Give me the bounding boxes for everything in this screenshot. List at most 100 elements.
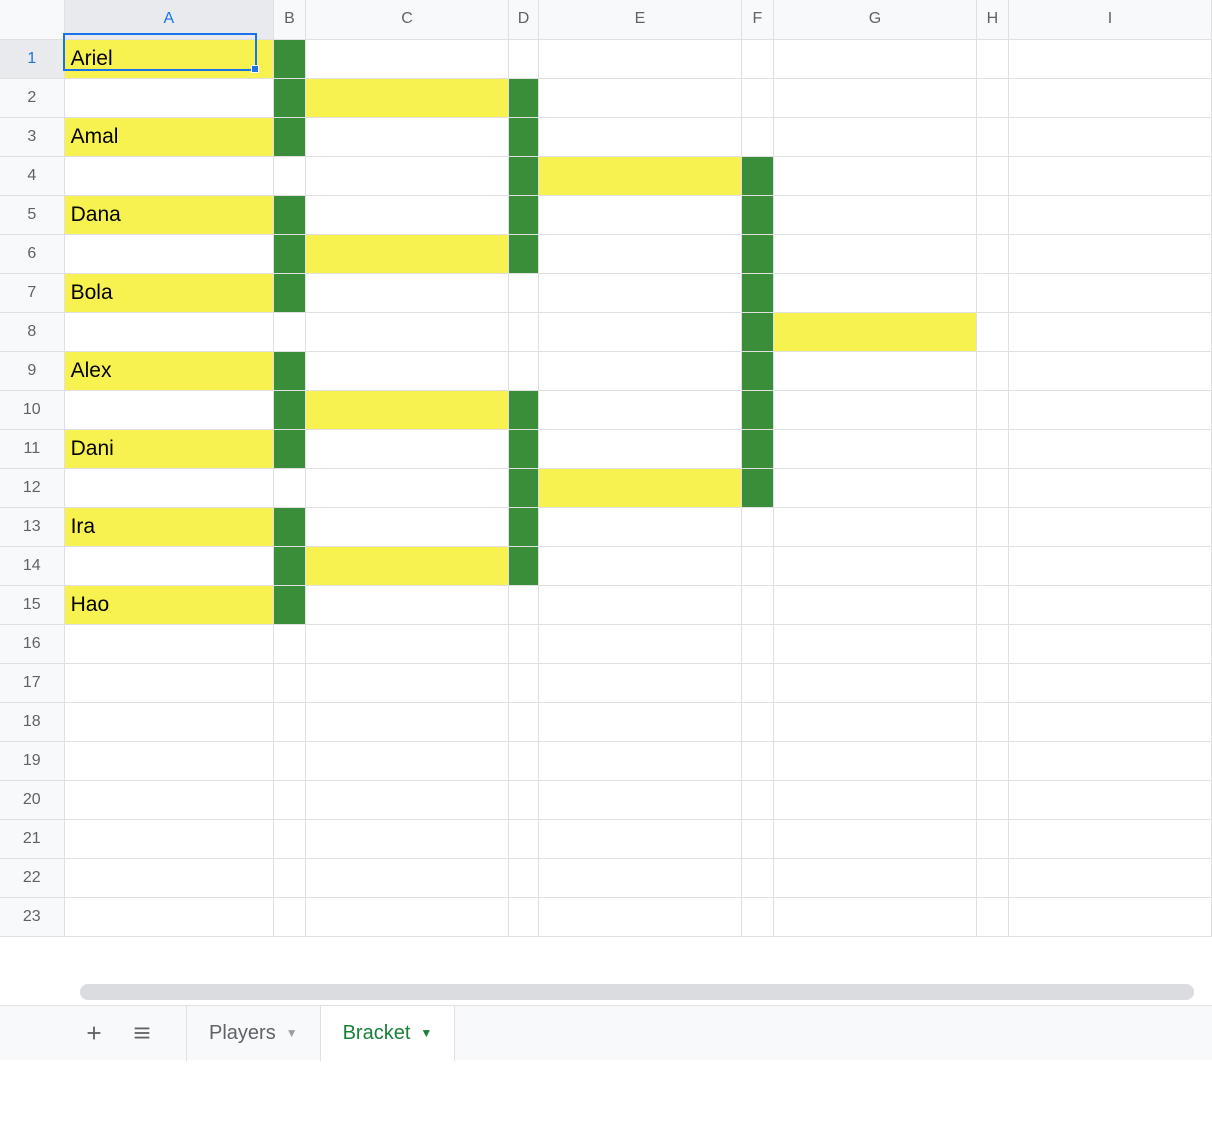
cell-G8[interactable] — [773, 312, 976, 351]
cell-D12[interactable] — [509, 468, 539, 507]
cell-H22[interactable] — [976, 858, 1008, 897]
cell-B14[interactable] — [273, 546, 305, 585]
cell-H17[interactable] — [976, 663, 1008, 702]
cell-E12[interactable] — [538, 468, 741, 507]
cell-B4[interactable] — [273, 156, 305, 195]
cell-D4[interactable] — [509, 156, 539, 195]
row-header-17[interactable]: 17 — [0, 663, 64, 702]
cell-G1[interactable] — [773, 39, 976, 78]
column-header-F[interactable]: F — [741, 0, 773, 39]
cell-F20[interactable] — [741, 780, 773, 819]
cell-G12[interactable] — [773, 468, 976, 507]
cell-C5[interactable] — [306, 195, 509, 234]
cell-A21[interactable] — [64, 819, 273, 858]
cell-D7[interactable] — [509, 273, 539, 312]
cell-B2[interactable] — [273, 78, 305, 117]
cell-C13[interactable] — [306, 507, 509, 546]
cell-B20[interactable] — [273, 780, 305, 819]
row-header-15[interactable]: 15 — [0, 585, 64, 624]
cell-B23[interactable] — [273, 897, 305, 936]
cell-A16[interactable] — [64, 624, 273, 663]
cell-D15[interactable] — [509, 585, 539, 624]
cell-F14[interactable] — [741, 546, 773, 585]
column-header-H[interactable]: H — [976, 0, 1008, 39]
cell-F11[interactable] — [741, 429, 773, 468]
cell-E15[interactable] — [538, 585, 741, 624]
cell-I12[interactable] — [1008, 468, 1211, 507]
cell-D20[interactable] — [509, 780, 539, 819]
cell-F2[interactable] — [741, 78, 773, 117]
cell-E10[interactable] — [538, 390, 741, 429]
cell-G19[interactable] — [773, 741, 976, 780]
cell-F1[interactable] — [741, 39, 773, 78]
cell-A3[interactable]: Amal — [64, 117, 273, 156]
cell-D18[interactable] — [509, 702, 539, 741]
cell-C23[interactable] — [306, 897, 509, 936]
cell-C3[interactable] — [306, 117, 509, 156]
cell-I23[interactable] — [1008, 897, 1211, 936]
cell-B22[interactable] — [273, 858, 305, 897]
cell-F13[interactable] — [741, 507, 773, 546]
cell-D11[interactable] — [509, 429, 539, 468]
cell-A11[interactable]: Dani — [64, 429, 273, 468]
row-header-4[interactable]: 4 — [0, 156, 64, 195]
cell-H20[interactable] — [976, 780, 1008, 819]
cell-B8[interactable] — [273, 312, 305, 351]
row-header-16[interactable]: 16 — [0, 624, 64, 663]
cell-I11[interactable] — [1008, 429, 1211, 468]
cell-I5[interactable] — [1008, 195, 1211, 234]
row-header-5[interactable]: 5 — [0, 195, 64, 234]
cell-C10[interactable] — [306, 390, 509, 429]
cell-B17[interactable] — [273, 663, 305, 702]
cell-E9[interactable] — [538, 351, 741, 390]
row-header-21[interactable]: 21 — [0, 819, 64, 858]
column-header-C[interactable]: C — [306, 0, 509, 39]
cell-I10[interactable] — [1008, 390, 1211, 429]
cell-H9[interactable] — [976, 351, 1008, 390]
cell-G18[interactable] — [773, 702, 976, 741]
cell-F5[interactable] — [741, 195, 773, 234]
cell-H23[interactable] — [976, 897, 1008, 936]
row-header-20[interactable]: 20 — [0, 780, 64, 819]
cell-E3[interactable] — [538, 117, 741, 156]
cell-D1[interactable] — [509, 39, 539, 78]
cell-A23[interactable] — [64, 897, 273, 936]
sheet-tab-bracket[interactable]: Bracket▼ — [321, 1006, 456, 1061]
cell-C22[interactable] — [306, 858, 509, 897]
cell-A6[interactable] — [64, 234, 273, 273]
row-header-11[interactable]: 11 — [0, 429, 64, 468]
cell-I1[interactable] — [1008, 39, 1211, 78]
cell-C8[interactable] — [306, 312, 509, 351]
cell-B5[interactable] — [273, 195, 305, 234]
cell-F19[interactable] — [741, 741, 773, 780]
cell-E4[interactable] — [538, 156, 741, 195]
cell-E17[interactable] — [538, 663, 741, 702]
cell-G15[interactable] — [773, 585, 976, 624]
cell-H14[interactable] — [976, 546, 1008, 585]
column-header-A[interactable]: A — [64, 0, 273, 39]
cell-D19[interactable] — [509, 741, 539, 780]
cell-H21[interactable] — [976, 819, 1008, 858]
cell-H6[interactable] — [976, 234, 1008, 273]
cell-A8[interactable] — [64, 312, 273, 351]
cell-F22[interactable] — [741, 858, 773, 897]
cell-I20[interactable] — [1008, 780, 1211, 819]
cell-I19[interactable] — [1008, 741, 1211, 780]
cell-E5[interactable] — [538, 195, 741, 234]
add-sheet-button[interactable] — [70, 1009, 118, 1057]
horizontal-scroll-thumb[interactable] — [80, 984, 1194, 1000]
cell-G6[interactable] — [773, 234, 976, 273]
cell-F4[interactable] — [741, 156, 773, 195]
cell-I17[interactable] — [1008, 663, 1211, 702]
cell-B11[interactable] — [273, 429, 305, 468]
cell-A18[interactable] — [64, 702, 273, 741]
cell-H11[interactable] — [976, 429, 1008, 468]
cell-H4[interactable] — [976, 156, 1008, 195]
cell-I14[interactable] — [1008, 546, 1211, 585]
cell-B9[interactable] — [273, 351, 305, 390]
cell-I4[interactable] — [1008, 156, 1211, 195]
row-header-1[interactable]: 1 — [0, 39, 64, 78]
cell-B3[interactable] — [273, 117, 305, 156]
cell-F18[interactable] — [741, 702, 773, 741]
cell-D23[interactable] — [509, 897, 539, 936]
